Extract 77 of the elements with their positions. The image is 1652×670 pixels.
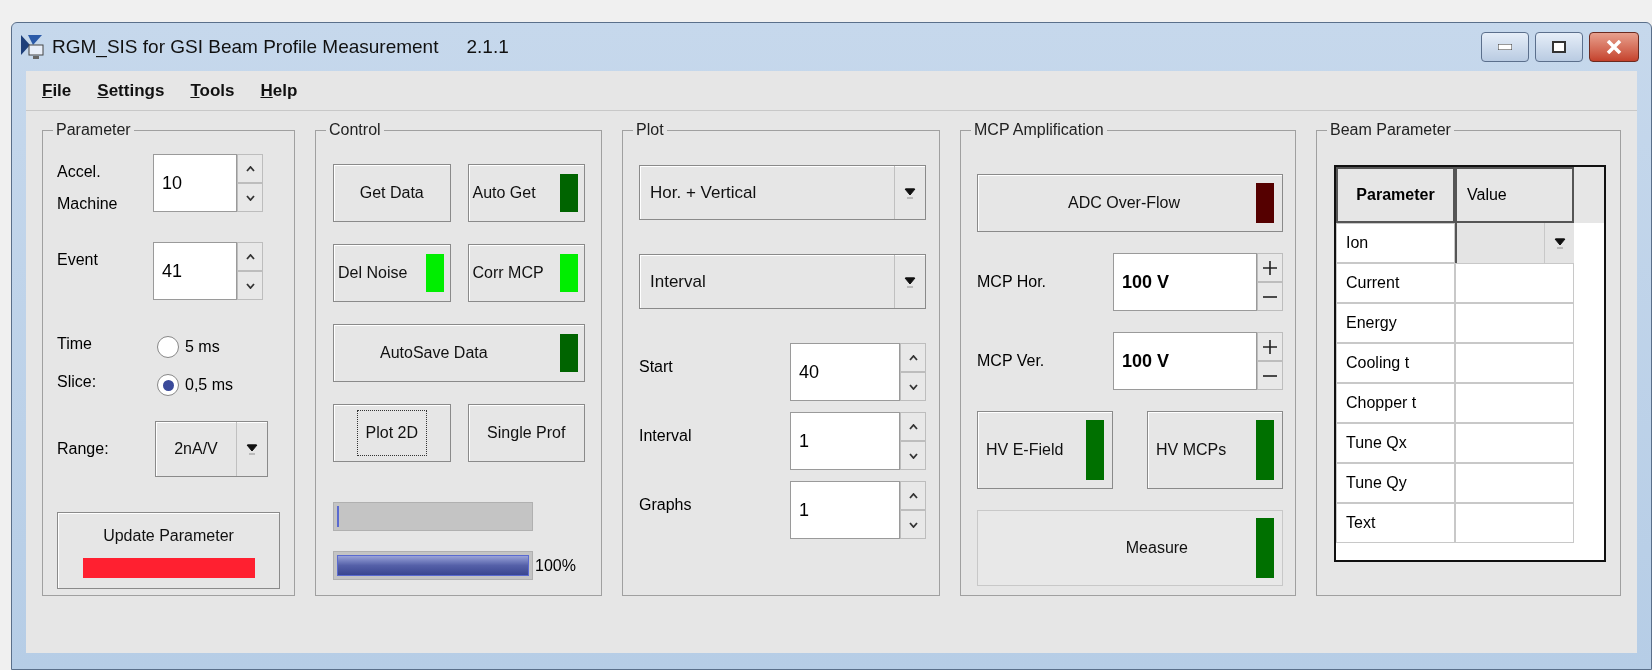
- dropdown-arrow-icon: [904, 185, 916, 200]
- field-label: Interval: [639, 426, 692, 446]
- version-label: 2.1.1: [466, 34, 509, 59]
- minus-icon: [1263, 374, 1277, 377]
- field-label: Start: [639, 357, 673, 377]
- menu-item[interactable]: Help: [260, 77, 298, 104]
- increment-button[interactable]: [1257, 332, 1283, 361]
- minus-icon: [1263, 295, 1277, 298]
- table-cell: Current: [1336, 263, 1455, 303]
- column-header[interactable]: Value: [1455, 167, 1574, 223]
- measure-button[interactable]: Measure: [977, 510, 1283, 586]
- plot-dropdown[interactable]: Interval: [639, 254, 926, 309]
- menu-item[interactable]: File: [42, 77, 72, 104]
- plot-dropdown[interactable]: Hor. + Vertical: [639, 165, 926, 220]
- value-dropdown[interactable]: [1455, 223, 1574, 263]
- number-field[interactable]: 100 V: [1113, 332, 1257, 390]
- action-button[interactable]: Get Data: [333, 164, 451, 222]
- decrement-button[interactable]: [237, 271, 263, 300]
- table-cell: Tune Qx: [1336, 423, 1455, 463]
- progress-percent: 100%: [535, 555, 576, 576]
- radio-button[interactable]: [157, 336, 179, 358]
- column-header[interactable]: Parameter: [1336, 167, 1455, 223]
- radio-option[interactable]: 5 ms: [157, 334, 233, 360]
- table-cell: Energy: [1336, 303, 1455, 343]
- field-label: MCP Hor.: [977, 272, 1047, 292]
- update-parameter-button[interactable]: Update Parameter: [57, 512, 280, 589]
- action-button[interactable]: Single Prof: [467, 404, 585, 462]
- decrement-button[interactable]: [237, 183, 263, 212]
- field-label: Accel. Machine: [57, 162, 119, 214]
- field-label: Graphs: [639, 495, 692, 515]
- table-cell: Text: [1336, 503, 1455, 543]
- decrement-button[interactable]: [900, 441, 926, 470]
- number-field[interactable]: 1: [790, 412, 900, 470]
- decrement-button[interactable]: [1257, 282, 1283, 311]
- minimize-icon: [1498, 44, 1512, 50]
- close-button[interactable]: [1589, 32, 1639, 62]
- field-label: Event: [57, 250, 99, 270]
- decrement-button[interactable]: [900, 372, 926, 401]
- dropdown-arrow-icon: [904, 274, 916, 289]
- dropdown-arrow-icon: [1553, 236, 1566, 250]
- field-label: MCP Ver.: [977, 351, 1045, 371]
- table-cell: Cooling t: [1336, 343, 1455, 383]
- menu-item[interactable]: Tools: [190, 77, 235, 104]
- number-field[interactable]: 41: [153, 242, 237, 300]
- decrement-button[interactable]: [1257, 361, 1283, 390]
- toggle-button[interactable]: AutoSave Data: [333, 324, 585, 382]
- field-label: Range:: [57, 439, 110, 459]
- radio-button[interactable]: [157, 374, 179, 396]
- plus-icon: [1263, 339, 1277, 354]
- plus-icon: [1263, 260, 1277, 275]
- action-button[interactable]: Plot 2D: [333, 404, 451, 462]
- toggle-button[interactable]: Auto Get: [467, 164, 585, 222]
- restore-icon: [1552, 41, 1566, 53]
- toggle-button[interactable]: Del Noise: [333, 244, 451, 302]
- window-title: RGM_SIS for GSI Beam Profile Measurement: [52, 34, 439, 60]
- number-field[interactable]: 1: [790, 481, 900, 539]
- overflow-button[interactable]: ADC Over-Flow: [977, 174, 1283, 232]
- app-icon: [20, 33, 46, 61]
- number-field[interactable]: 40: [790, 343, 900, 401]
- radio-option[interactable]: 0,5 ms: [157, 372, 233, 398]
- number-field[interactable]: 100 V: [1113, 253, 1257, 311]
- toggle-button[interactable]: Corr MCP: [467, 244, 585, 302]
- toggle-button[interactable]: HV E-Field: [977, 411, 1113, 489]
- dropdown-arrow-icon: [246, 442, 258, 456]
- menu-item[interactable]: Settings: [97, 77, 165, 104]
- table-cell: Chopper t: [1336, 383, 1455, 423]
- field-label: Time Slice:: [57, 334, 98, 392]
- decrement-button[interactable]: [900, 510, 926, 539]
- increment-button[interactable]: [1257, 253, 1283, 282]
- table-cell: Tune Qy: [1336, 463, 1455, 503]
- table-cell: Ion: [1336, 223, 1455, 263]
- range-dropdown[interactable]: 2nA/V: [155, 421, 268, 477]
- close-icon: [1606, 40, 1622, 54]
- number-field[interactable]: 10: [153, 154, 237, 212]
- maximize-button[interactable]: [1535, 32, 1583, 62]
- toggle-button[interactable]: HV MCPs: [1147, 411, 1283, 489]
- minimize-button[interactable]: [1481, 32, 1529, 62]
